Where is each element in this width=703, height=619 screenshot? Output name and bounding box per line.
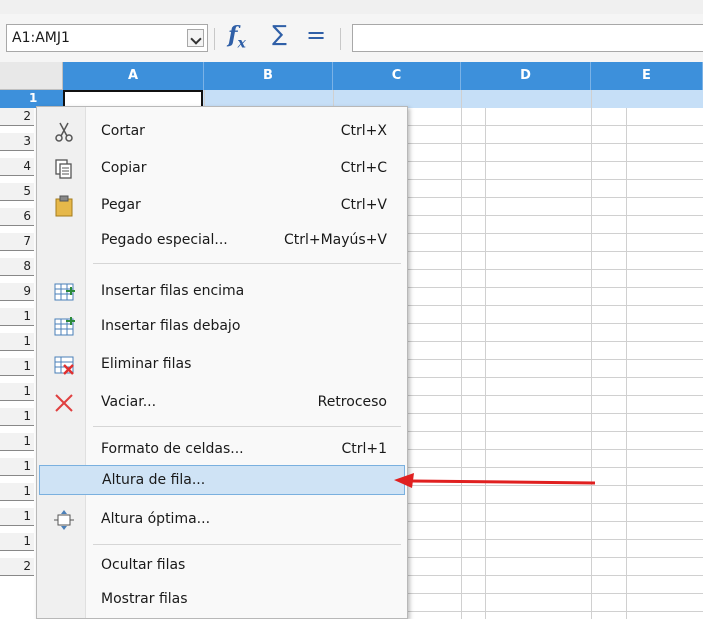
menu-item-vaciar[interactable]: Vaciar... Retroceso <box>39 388 405 418</box>
menu-item-formato-de-celdas[interactable]: Formato de celdas... Ctrl+1 <box>39 435 405 465</box>
menu-item-label: Formato de celdas... <box>101 441 244 457</box>
row-header[interactable]: 1 <box>0 308 34 326</box>
menu-item-label: Pegar <box>101 197 141 213</box>
menu-separator <box>93 426 401 427</box>
row-header[interactable]: 1 <box>0 533 34 551</box>
copy-icon <box>53 158 75 180</box>
menu-item-copiar[interactable]: Copiar Ctrl+C <box>39 154 405 184</box>
menu-item-pegar[interactable]: Pegar Ctrl+V <box>39 191 405 221</box>
insert-rows-above-icon <box>53 281 75 303</box>
row-header[interactable]: 1 <box>0 483 34 501</box>
menu-item-cortar[interactable]: Cortar Ctrl+X <box>39 117 405 147</box>
menu-item-altura-de-fila[interactable]: Altura de fila... <box>39 465 405 495</box>
row-header[interactable]: 2 <box>0 108 34 126</box>
menu-item-shortcut: Ctrl+1 <box>341 441 387 457</box>
insert-rows-below-icon <box>53 316 75 338</box>
menu-item-ocultar-filas[interactable]: Ocultar filas <box>39 551 405 581</box>
scissors-icon <box>53 121 75 143</box>
menu-item-mostrar-filas[interactable]: Mostrar filas <box>39 585 405 615</box>
row-header[interactable]: 3 <box>0 133 34 151</box>
column-divider <box>591 90 592 619</box>
toolbar-separator <box>214 28 215 50</box>
sum-icon[interactable]: ∑ <box>272 22 287 47</box>
menu-item-label: Ocultar filas <box>101 557 186 573</box>
menu-separator <box>93 263 401 264</box>
menu-item-shortcut: Ctrl+C <box>340 160 387 176</box>
formula-bar: A1:AMJ1 fx ∑ = <box>0 14 703 63</box>
column-divider <box>461 90 462 619</box>
menu-item-label: Eliminar filas <box>101 356 192 372</box>
row-header[interactable]: 5 <box>0 183 34 201</box>
row-header[interactable]: 6 <box>0 208 34 226</box>
formula-input[interactable] <box>352 24 703 52</box>
function-wizard-icon[interactable]: fx <box>228 22 246 51</box>
row-header[interactable]: 1 <box>0 508 34 526</box>
column-header-d[interactable]: D <box>461 62 591 90</box>
menu-item-label: Insertar filas encima <box>101 283 245 299</box>
menu-item-shortcut: Ctrl+V <box>340 197 387 213</box>
row-header[interactable]: 4 <box>0 158 34 176</box>
menu-item-label: Pegado especial... <box>101 232 228 248</box>
optimal-height-icon <box>53 509 75 531</box>
row-header[interactable]: 1 <box>0 458 34 476</box>
toolbar-separator <box>340 28 341 50</box>
row-header[interactable]: 9 <box>0 283 34 301</box>
paste-icon <box>53 195 75 217</box>
column-header-a[interactable]: A <box>63 62 204 90</box>
column-header-e[interactable]: E <box>591 62 703 90</box>
select-all-corner[interactable] <box>0 62 63 90</box>
red-arrow-icon <box>394 473 596 488</box>
menu-item-eliminar-filas[interactable]: Eliminar filas <box>39 350 405 380</box>
context-menu: Cortar Ctrl+X Copiar Ctrl+C Pegar Ctrl+V… <box>36 106 408 619</box>
row-header[interactable]: 1 <box>0 383 34 401</box>
row-header[interactable]: 1 <box>0 408 34 426</box>
menu-item-altura-optima[interactable]: Altura óptima... <box>39 505 405 535</box>
menu-item-shortcut: Retroceso <box>317 394 387 410</box>
menu-item-label: Altura óptima... <box>101 511 211 527</box>
menu-item-label: Mostrar filas <box>101 591 188 607</box>
equals-icon[interactable]: = <box>306 21 326 49</box>
top-toolbar-strip <box>0 0 703 15</box>
row-header[interactable]: 8 <box>0 258 34 276</box>
row-header[interactable]: 1 <box>0 358 34 376</box>
name-box[interactable]: A1:AMJ1 <box>6 24 208 52</box>
row-header[interactable]: 1 <box>0 433 34 451</box>
column-header-b[interactable]: B <box>204 62 333 90</box>
menu-item-shortcut: Ctrl+X <box>340 123 387 139</box>
menu-item-label: Cortar <box>101 123 145 139</box>
menu-item-label: Vaciar... <box>101 394 157 410</box>
column-header-c[interactable]: C <box>333 62 461 90</box>
menu-item-label: Copiar <box>101 160 147 176</box>
menu-item-insertar-filas-debajo[interactable]: Insertar filas debajo <box>39 312 405 342</box>
name-box-value: A1:AMJ1 <box>12 30 70 46</box>
row-header[interactable]: 1 <box>0 333 34 351</box>
chevron-down-icon[interactable] <box>187 29 204 47</box>
menu-item-shortcut: Ctrl+Mayús+V <box>283 232 387 248</box>
row-header[interactable]: 2 <box>0 558 34 576</box>
clear-x-icon <box>53 392 75 414</box>
menu-item-label: Altura de fila... <box>102 472 206 488</box>
menu-item-pegado-especial[interactable]: Pegado especial... Ctrl+Mayús+V <box>39 226 405 256</box>
menu-separator <box>93 544 401 545</box>
menu-item-insertar-filas-encima[interactable]: Insertar filas encima <box>39 277 405 307</box>
row-header[interactable]: 7 <box>0 233 34 251</box>
menu-item-label: Insertar filas debajo <box>101 318 241 334</box>
delete-rows-icon <box>53 354 75 376</box>
